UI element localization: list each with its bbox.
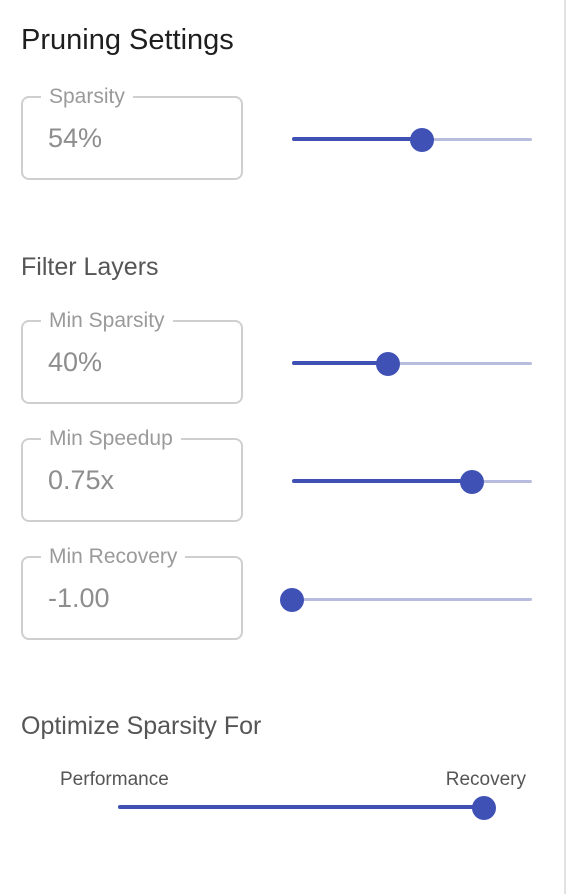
optimize-performance-label: Performance: [60, 769, 169, 790]
sparsity-slider-track: [292, 137, 422, 141]
optimize-slider-thumb[interactable]: [472, 796, 496, 820]
min-recovery-input[interactable]: [48, 580, 228, 616]
min-recovery-field[interactable]: Min Recovery: [21, 544, 243, 640]
min-sparsity-field[interactable]: Min Sparsity: [21, 308, 243, 404]
optimize-slider-track: [118, 805, 484, 809]
optimize-title: Optimize Sparsity For: [21, 712, 262, 740]
min-speedup-field[interactable]: Min Speedup: [21, 426, 243, 522]
panel-title: Pruning Settings: [21, 24, 234, 56]
min-recovery-slider-thumb[interactable]: [280, 588, 304, 612]
min-recovery-slider-rail: [292, 598, 532, 601]
sparsity-field[interactable]: Sparsity: [21, 84, 243, 180]
min-recovery-label: Min Recovery: [41, 544, 186, 570]
min-speedup-slider[interactable]: [292, 468, 532, 496]
optimize-slider[interactable]: [118, 794, 496, 822]
optimize-recovery-label: Recovery: [445, 769, 526, 790]
sparsity-slider-thumb[interactable]: [409, 128, 434, 152]
filter-layers-title: Filter Layers: [21, 253, 159, 281]
min-recovery-slider[interactable]: [280, 586, 532, 614]
min-speedup-slider-track: [292, 479, 472, 483]
min-sparsity-input[interactable]: [48, 344, 228, 380]
sparsity-slider[interactable]: [292, 126, 532, 154]
sparsity-input[interactable]: [48, 120, 228, 156]
min-sparsity-label: Min Sparsity: [41, 308, 173, 334]
sparsity-label: Sparsity: [41, 84, 133, 110]
min-speedup-input[interactable]: [48, 462, 228, 498]
min-sparsity-slider-thumb[interactable]: [376, 352, 400, 376]
min-sparsity-slider-track: [292, 361, 388, 365]
min-sparsity-slider[interactable]: [292, 350, 532, 378]
min-speedup-label: Min Speedup: [41, 426, 181, 452]
min-speedup-slider-thumb[interactable]: [460, 470, 484, 494]
